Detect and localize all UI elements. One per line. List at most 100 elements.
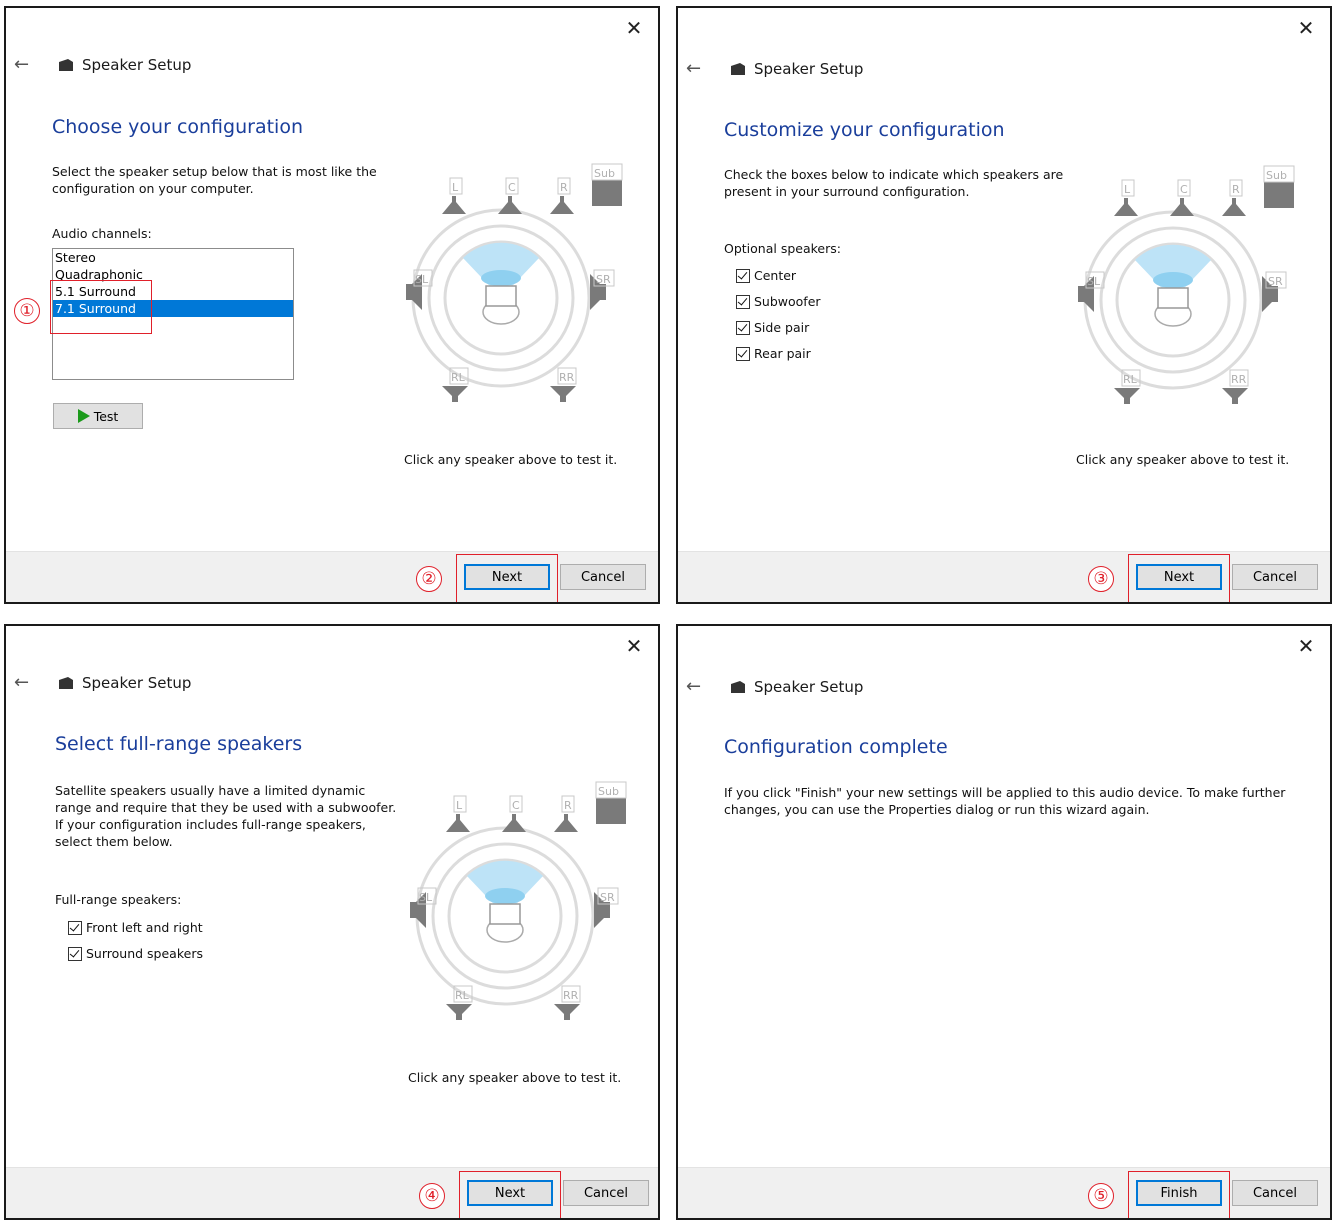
cancel-button[interactable]: Cancel — [563, 1180, 649, 1206]
step-marker: ⑤ — [1088, 1183, 1114, 1209]
close-button[interactable]: ✕ — [622, 16, 646, 40]
list-item[interactable]: Quadraphonic — [53, 266, 293, 283]
footer-bar: Finish Cancel — [678, 1167, 1330, 1218]
test-hint: Click any speaker above to test it. — [404, 452, 618, 467]
back-arrow-icon[interactable]: ← — [686, 676, 708, 697]
speaker-rr-icon[interactable]: RR — [554, 985, 581, 1020]
title-bar: ← Speaker Setup — [686, 676, 863, 697]
checkbox-rear-pair[interactable]: Rear pair — [736, 346, 811, 361]
cancel-button[interactable]: Cancel — [560, 564, 646, 590]
checkbox-icon[interactable] — [736, 268, 750, 283]
checkbox-label: Rear pair — [754, 346, 811, 361]
sound-field-icon — [485, 888, 525, 904]
speaker-label: RL — [1123, 373, 1138, 386]
test-button-label: Test — [93, 408, 119, 424]
subwoofer-icon[interactable]: Sub — [591, 163, 623, 206]
speaker-label: Sub — [594, 167, 615, 180]
speaker-rl-icon[interactable]: RL — [446, 985, 473, 1020]
finish-button[interactable]: Finish — [1136, 1180, 1222, 1206]
checkbox-icon[interactable] — [736, 294, 750, 309]
next-button[interactable]: Next — [467, 1180, 553, 1206]
close-button[interactable]: ✕ — [622, 634, 646, 658]
checkbox-side-pair[interactable]: Side pair — [736, 320, 809, 335]
cancel-button[interactable]: Cancel — [1232, 1180, 1318, 1206]
close-button[interactable]: ✕ — [1294, 634, 1318, 658]
speaker-label: SL — [419, 891, 433, 904]
listener-icon — [485, 285, 517, 307]
speaker-label: SR — [600, 891, 615, 904]
checkbox-icon[interactable] — [736, 346, 750, 361]
speaker-setup-window-step2: ✕ ← Speaker Setup Customize your configu… — [676, 6, 1332, 604]
checkbox-icon[interactable] — [736, 320, 750, 335]
speaker-label: Sub — [1266, 169, 1287, 182]
speaker-setup-window-step1: ✕ ← Speaker Setup Choose your configurat… — [4, 6, 660, 604]
list-item-selected[interactable]: 7.1 Surround — [53, 300, 293, 317]
checkbox-icon[interactable] — [68, 920, 82, 935]
checkbox-subwoofer[interactable]: Subwoofer — [736, 294, 821, 309]
page-heading: Configuration complete — [724, 736, 948, 758]
test-button[interactable]: Test — [53, 403, 143, 429]
speaker-r-icon[interactable]: R — [1222, 179, 1246, 216]
speaker-sr-icon[interactable]: SR — [1262, 271, 1287, 312]
list-item[interactable]: Stereo — [53, 249, 293, 266]
description: Select the speaker setup below that is m… — [52, 163, 377, 197]
sound-field-icon — [481, 270, 521, 286]
speaker-body — [1170, 198, 1194, 216]
cancel-button[interactable]: Cancel — [1232, 564, 1318, 590]
step-marker: ③ — [1088, 566, 1114, 592]
checkbox-icon[interactable] — [68, 946, 82, 961]
back-arrow-icon[interactable]: ← — [14, 54, 36, 75]
checkbox-surround-speakers[interactable]: Surround speakers — [68, 946, 203, 961]
speaker-l-icon[interactable]: L — [442, 177, 466, 214]
speaker-sr-icon[interactable]: SR — [590, 269, 615, 310]
speaker-label: R — [1232, 183, 1240, 196]
list-item[interactable]: 5.1 Surround — [53, 283, 293, 300]
checkbox-front-left-right[interactable]: Front left and right — [68, 920, 203, 935]
next-button[interactable]: Next — [464, 564, 550, 590]
close-button[interactable]: ✕ — [1294, 16, 1318, 40]
speaker-body — [446, 1004, 472, 1020]
checkbox-label: Side pair — [754, 320, 810, 335]
speaker-label: SL — [1087, 275, 1101, 288]
speaker-label: RL — [451, 371, 466, 384]
speaker-r-icon[interactable]: R — [554, 795, 578, 832]
speaker-rl-icon[interactable]: RL — [442, 367, 469, 402]
checkbox-label: Surround speakers — [86, 946, 203, 961]
speaker-sr-icon[interactable]: SR — [594, 887, 619, 928]
speaker-label: Sub — [598, 785, 619, 798]
speaker-rr-icon[interactable]: RR — [550, 367, 577, 402]
description-line: If you click "Finish" your new settings … — [724, 785, 1286, 800]
speaker-l-icon[interactable]: L — [1114, 179, 1138, 216]
speaker-label: L — [456, 799, 463, 812]
optional-speakers-label: Optional speakers: — [724, 241, 841, 256]
speaker-body — [1222, 198, 1246, 216]
checkbox-label: Center — [754, 268, 797, 283]
speaker-label: RR — [563, 989, 579, 1002]
checkbox-center[interactable]: Center — [736, 268, 796, 283]
audio-channels-listbox[interactable]: Stereo Quadraphonic 5.1 Surround 7.1 Sur… — [52, 248, 294, 380]
listener-icon — [1157, 287, 1189, 309]
back-arrow-icon[interactable]: ← — [686, 58, 708, 79]
speaker-rr-icon[interactable]: RR — [1222, 369, 1249, 404]
speaker-body — [1264, 182, 1294, 208]
next-button[interactable]: Next — [1136, 564, 1222, 590]
sound-field-icon — [1153, 272, 1193, 288]
checkbox-label: Subwoofer — [754, 294, 821, 309]
speaker-app-icon — [731, 62, 745, 75]
back-arrow-icon[interactable]: ← — [14, 672, 36, 693]
speaker-r-icon[interactable]: R — [550, 177, 574, 214]
speaker-body — [592, 180, 622, 206]
test-hint: Click any speaker above to test it. — [408, 1070, 622, 1085]
speaker-rl-icon[interactable]: RL — [1114, 369, 1141, 404]
speaker-l-icon[interactable]: L — [446, 795, 470, 832]
checkbox-label: Front left and right — [86, 920, 203, 935]
speaker-diagram: L C R SL SR RL RR Sub — [1070, 160, 1300, 420]
description-line: Check the boxes below to indicate which … — [724, 167, 1064, 182]
speaker-body — [442, 386, 468, 402]
subwoofer-icon[interactable]: Sub — [1263, 165, 1295, 208]
subwoofer-icon[interactable]: Sub — [595, 781, 627, 824]
speaker-app-icon — [59, 676, 73, 689]
speaker-body — [554, 1004, 580, 1020]
page-heading: Customize your configuration — [724, 119, 1005, 141]
speaker-app-icon — [59, 58, 73, 71]
